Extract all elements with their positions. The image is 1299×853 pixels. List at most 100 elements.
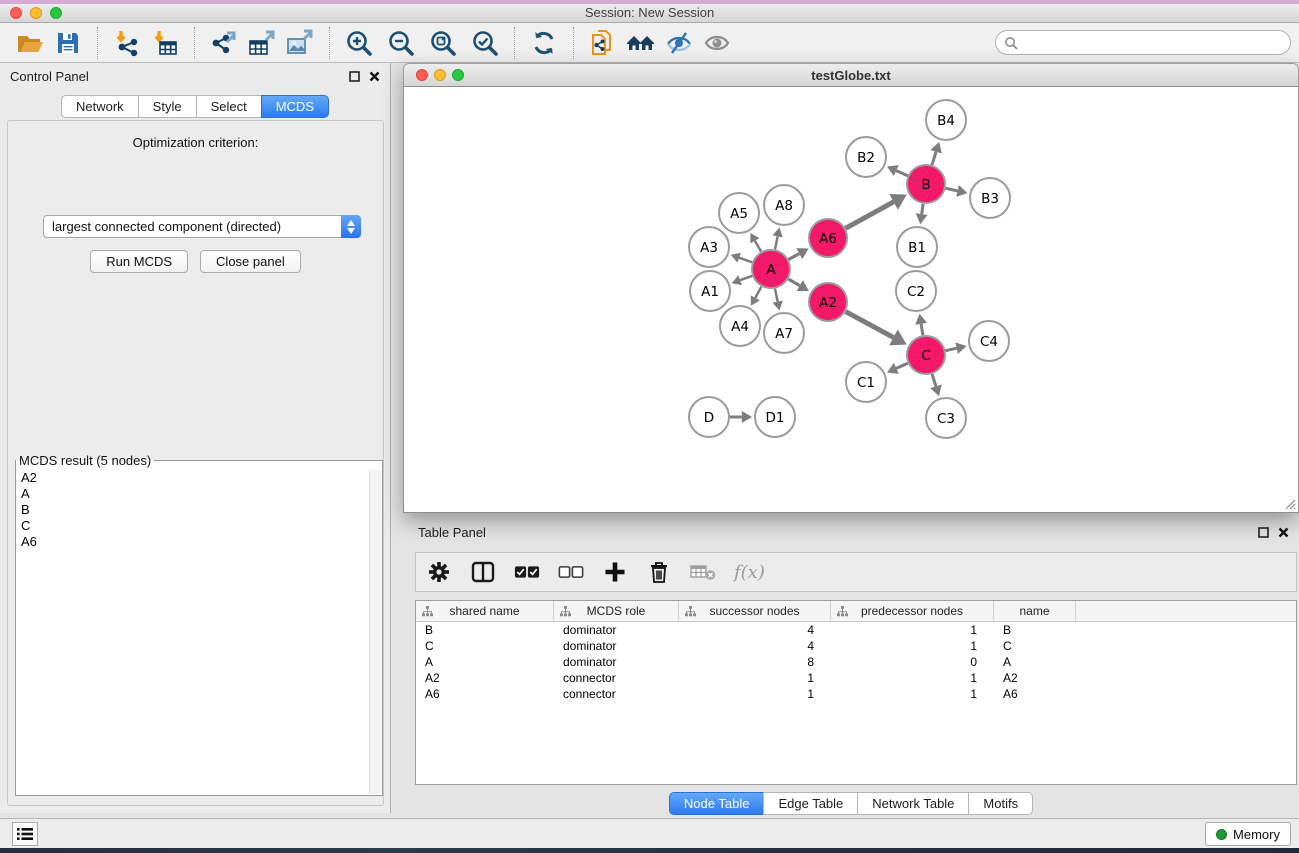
table-row-A6[interactable]: A6connector11A6: [416, 686, 1296, 702]
search-input[interactable]: [1023, 33, 1290, 53]
new-network-document-button[interactable]: [586, 26, 620, 60]
result-item-A[interactable]: A: [17, 486, 368, 502]
memory-button[interactable]: Memory: [1205, 822, 1291, 846]
graph-node-A1[interactable]: A1: [690, 271, 730, 311]
graph-node-B3[interactable]: B3: [970, 178, 1010, 218]
tab-mcds[interactable]: MCDS: [261, 95, 329, 118]
delete-table-button[interactable]: [690, 559, 716, 585]
graph-node-B1[interactable]: B1: [897, 227, 937, 267]
import-network-button[interactable]: [110, 26, 144, 60]
select-all-columns-button[interactable]: [514, 559, 540, 585]
close-panel-button[interactable]: Close panel: [200, 250, 301, 273]
zoom-out-button[interactable]: [384, 26, 418, 60]
graph-edge-B-B2[interactable]: [887, 165, 908, 176]
column-header-shared-name[interactable]: shared name: [416, 601, 554, 621]
graph-node-A[interactable]: A: [752, 250, 790, 288]
float-panel-icon[interactable]: [1258, 527, 1269, 538]
column-settings-button[interactable]: [426, 559, 452, 585]
graph-node-A6[interactable]: A6: [809, 219, 847, 257]
export-image-button[interactable]: [283, 26, 317, 60]
column-header-name[interactable]: name: [994, 601, 1076, 621]
graph-node-C2[interactable]: C2: [896, 271, 936, 311]
table-row-C[interactable]: Cdominator41C: [416, 638, 1296, 654]
graph-edge-B-B3[interactable]: [946, 185, 968, 197]
tab-edge-table[interactable]: Edge Table: [763, 792, 858, 815]
result-item-C[interactable]: C: [17, 518, 368, 534]
result-item-A6[interactable]: A6: [17, 534, 368, 550]
tab-node-table[interactable]: Node Table: [669, 792, 765, 815]
show-hide-columns-button[interactable]: [470, 559, 496, 585]
graph-edge-A-A5[interactable]: [750, 233, 761, 252]
graph-edge-C-C3[interactable]: [930, 374, 941, 396]
table-row-A[interactable]: Adominator80A: [416, 654, 1296, 670]
zoom-window-button[interactable]: [50, 7, 62, 19]
network-canvas[interactable]: B4B2BB3A8A5A6B1A3AC2A1A2A4A7C4CC1C3DD1: [403, 87, 1299, 513]
graph-node-C1[interactable]: C1: [846, 362, 886, 402]
resize-grip-icon[interactable]: [1282, 496, 1296, 510]
close-window-button[interactable]: [10, 7, 22, 19]
graph-edge-A6-B[interactable]: [846, 194, 907, 228]
graph-node-C[interactable]: C: [907, 336, 945, 374]
graph-node-A8[interactable]: A8: [764, 185, 804, 225]
table-row-A2[interactable]: A2connector11A2: [416, 670, 1296, 686]
graph-node-C4[interactable]: C4: [969, 321, 1009, 361]
show-graphics-details-button[interactable]: [700, 26, 734, 60]
graph-node-A2[interactable]: A2: [809, 283, 847, 321]
graph-edge-A-A1[interactable]: [732, 275, 753, 285]
graph-node-A3[interactable]: A3: [689, 227, 729, 267]
network-window-titlebar[interactable]: testGlobe.txt: [403, 63, 1299, 87]
tab-motifs[interactable]: Motifs: [968, 792, 1033, 815]
add-column-button[interactable]: [602, 559, 628, 585]
home-button[interactable]: [624, 26, 658, 60]
delete-columns-button[interactable]: [646, 559, 672, 585]
refresh-button[interactable]: [527, 26, 561, 60]
graph-edge-A-A2[interactable]: [788, 279, 809, 291]
task-history-button[interactable]: [12, 822, 38, 846]
graph-node-A7[interactable]: A7: [764, 313, 804, 353]
result-item-A2[interactable]: A2: [17, 470, 368, 486]
tab-network-table[interactable]: Network Table: [857, 792, 969, 815]
export-table-button[interactable]: [245, 26, 279, 60]
open-file-button[interactable]: [13, 26, 47, 60]
graph-node-D[interactable]: D: [689, 397, 729, 437]
result-item-B[interactable]: B: [17, 502, 368, 518]
function-builder-button[interactable]: f(x): [734, 559, 765, 585]
graph-node-B4[interactable]: B4: [926, 100, 966, 140]
close-panel-icon[interactable]: [369, 71, 380, 82]
graph-node-D1[interactable]: D1: [755, 397, 795, 437]
graph-node-A5[interactable]: A5: [719, 193, 759, 233]
export-network-button[interactable]: [207, 26, 241, 60]
graph-edge-A-A8[interactable]: [772, 228, 782, 250]
tab-style[interactable]: Style: [138, 95, 197, 118]
criterion-dropdown[interactable]: largest connected component (directed): [43, 215, 361, 238]
graph-edge-B-B4[interactable]: [930, 142, 941, 165]
graph-edge-B-B1[interactable]: [916, 204, 928, 224]
column-header-predecessor-nodes[interactable]: predecessor nodes: [831, 601, 994, 621]
graph-edge-A-A4[interactable]: [751, 287, 762, 306]
zoom-selected-button[interactable]: [468, 26, 502, 60]
tab-select[interactable]: Select: [196, 95, 262, 118]
graph-node-B2[interactable]: B2: [846, 137, 886, 177]
deselect-all-columns-button[interactable]: [558, 559, 584, 585]
save-session-button[interactable]: [51, 26, 85, 60]
tab-network[interactable]: Network: [61, 95, 139, 118]
network-graph[interactable]: B4B2BB3A8A5A6B1A3AC2A1A2A4A7C4CC1C3DD1: [404, 87, 1298, 511]
graph-edge-C-C2[interactable]: [915, 314, 927, 336]
column-header-MCDS-role[interactable]: MCDS role: [554, 601, 679, 621]
graph-edge-A-A3[interactable]: [731, 253, 752, 263]
result-list-scrollbar[interactable]: [369, 470, 381, 794]
graph-node-A4[interactable]: A4: [720, 306, 760, 346]
graph-edge-A-A7[interactable]: [772, 289, 782, 311]
close-panel-icon[interactable]: [1278, 527, 1289, 538]
graph-edge-A-A6[interactable]: [789, 248, 809, 259]
column-header-successor-nodes[interactable]: successor nodes: [679, 601, 831, 621]
network-close-button[interactable]: [416, 69, 428, 81]
network-minimize-button[interactable]: [434, 69, 446, 81]
graph-edge-D-D1[interactable]: [730, 411, 752, 423]
graph-node-C3[interactable]: C3: [926, 398, 966, 438]
run-mcds-button[interactable]: Run MCDS: [90, 250, 188, 273]
table-row-B[interactable]: Bdominator41B: [416, 622, 1296, 638]
graph-edge-C-C1[interactable]: [887, 363, 908, 374]
zoom-in-button[interactable]: [342, 26, 376, 60]
network-zoom-button[interactable]: [452, 69, 464, 81]
